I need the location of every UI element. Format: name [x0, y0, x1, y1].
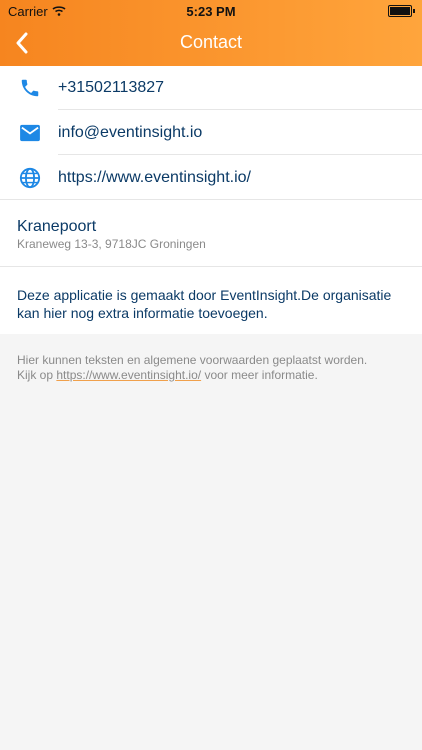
page-title: Contact: [179, 32, 243, 52]
legal-line: Hier kunnen teksten en algemene voorwaar…: [17, 353, 368, 367]
legal-suffix: voor meer informatie.: [201, 368, 318, 382]
phone-icon: [15, 77, 45, 99]
status-bar: Carrier 5:23 PM: [0, 0, 422, 22]
globe-icon: [15, 167, 45, 189]
website-link[interactable]: https://www.eventinsight.io/: [58, 169, 251, 187]
mail-icon: [15, 124, 45, 142]
navigation-bar: Carrier 5:23 PM Contact: [0, 0, 422, 66]
legal-prefix: Kijk op: [17, 368, 57, 382]
phone-number-link[interactable]: +31502113827: [58, 79, 164, 97]
venue-name: Kranepoort: [17, 218, 97, 235]
email-row[interactable]: info@eventinsight.io: [0, 111, 422, 155]
legal-website-link[interactable]: https://www.eventinsight.io/: [56, 368, 201, 382]
divider: [0, 199, 422, 200]
divider: [58, 154, 422, 155]
divider: [58, 109, 422, 110]
battery-icon: [388, 5, 415, 17]
about-text: Deze applicatie is gemaakt door EventIns…: [17, 287, 392, 321]
website-row[interactable]: https://www.eventinsight.io/: [0, 156, 422, 200]
venue-address: Kraneweg 13-3, 9718JC Groningen: [17, 237, 206, 251]
legal-text: Hier kunnen teksten en algemene voorwaar…: [17, 353, 409, 383]
divider: [0, 266, 422, 267]
clock: 5:23 PM: [186, 4, 236, 19]
legal-line-with-link: Kijk op https://www.eventinsight.io/ voo…: [17, 368, 409, 383]
email-link[interactable]: info@eventinsight.io: [58, 124, 202, 142]
phone-row[interactable]: +31502113827: [0, 66, 422, 110]
